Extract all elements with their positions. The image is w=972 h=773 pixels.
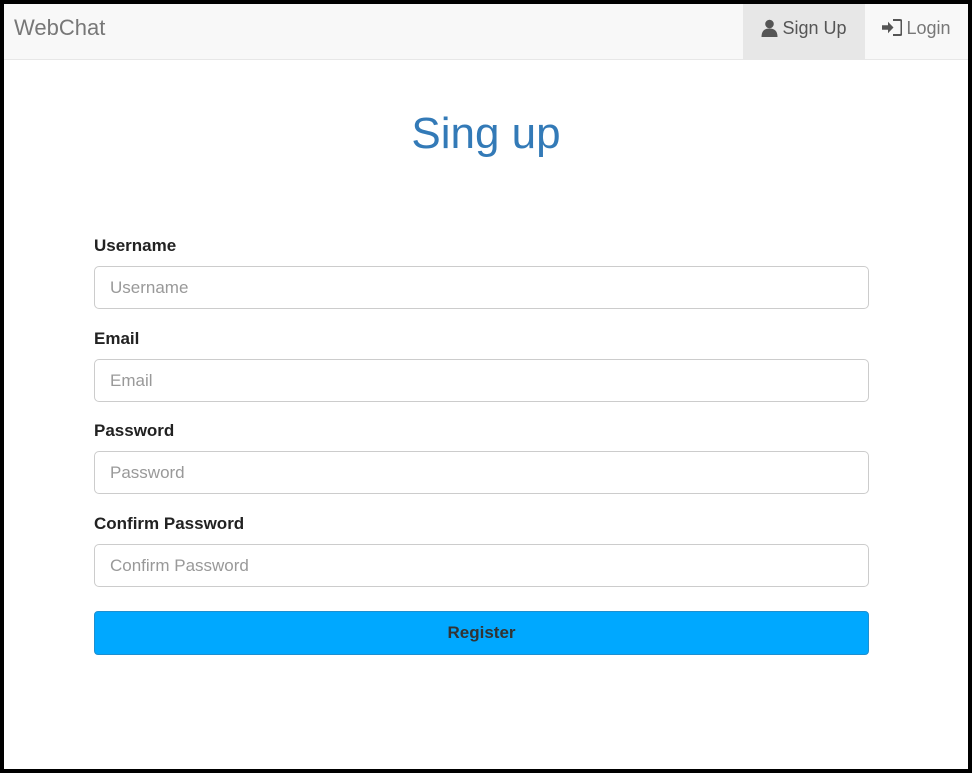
- password-input[interactable]: [94, 451, 869, 494]
- page-title: Sing up: [411, 109, 561, 158]
- confirm-password-label: Confirm Password: [94, 514, 245, 533]
- email-label: Email: [94, 329, 140, 348]
- navbar: WebChat Sign Up Login: [4, 4, 968, 60]
- username-input[interactable]: [94, 266, 869, 309]
- nav-item-label: Sign Up: [782, 17, 847, 38]
- confirm-password-input[interactable]: [94, 544, 869, 587]
- login-icon: [882, 19, 903, 41]
- nav-item-login[interactable]: Login: [865, 4, 968, 60]
- register-button[interactable]: Register: [94, 611, 869, 655]
- password-label: Password: [94, 421, 175, 440]
- username-label: Username: [94, 236, 177, 255]
- user-icon: [761, 19, 778, 42]
- brand-link[interactable]: WebChat: [14, 4, 105, 60]
- nav-item-label: Login: [906, 17, 951, 38]
- nav-item-sign-up[interactable]: Sign Up: [743, 4, 865, 60]
- email-input[interactable]: [94, 359, 869, 402]
- app-window: WebChat Sign Up Login Sing up Username E…: [0, 0, 972, 773]
